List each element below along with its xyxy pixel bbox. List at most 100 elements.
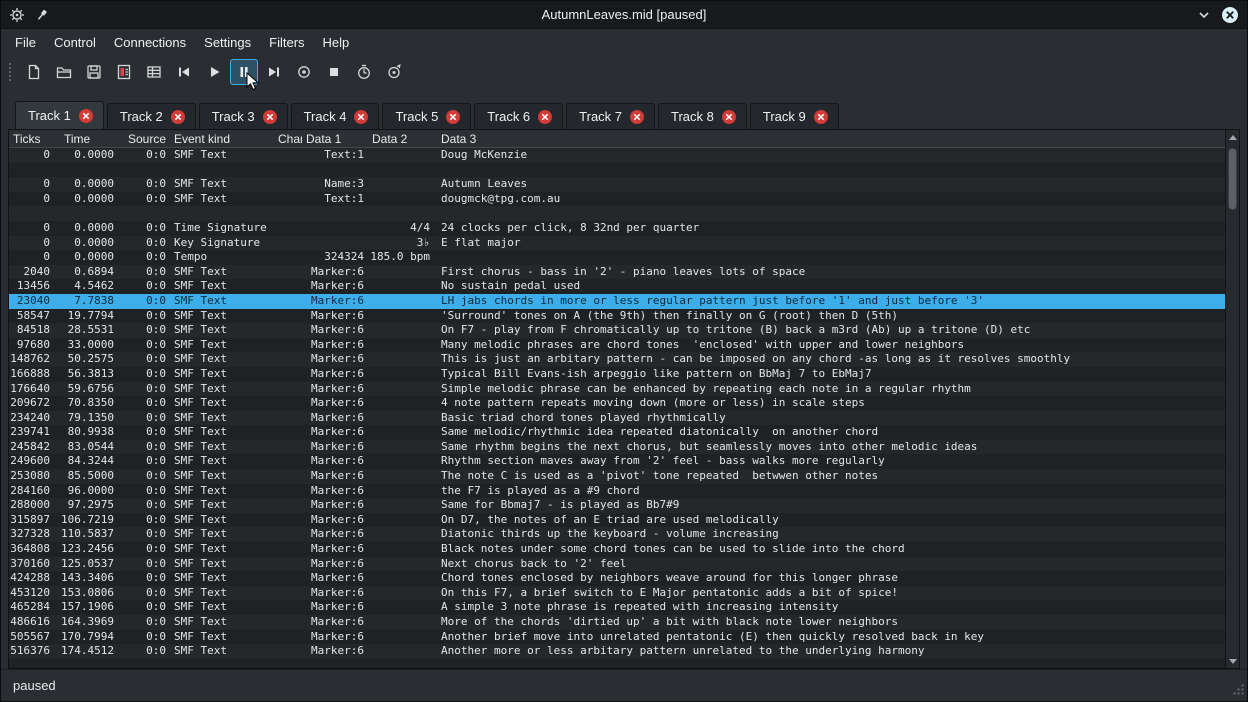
tab-close-icon[interactable] bbox=[354, 110, 368, 124]
cell-kind: SMF Text bbox=[168, 498, 276, 513]
record-file-button[interactable] bbox=[110, 59, 138, 85]
table-row[interactable]: 24960084.32440:0SMF TextMarker:6Rhythm s… bbox=[9, 454, 1225, 469]
table-row[interactable]: 315897106.72190:0SMF TextMarker:6On D7, … bbox=[9, 513, 1225, 528]
cell-time: 0.0000 bbox=[52, 221, 116, 236]
tab-close-icon[interactable] bbox=[814, 110, 828, 124]
menu-file[interactable]: File bbox=[6, 32, 45, 53]
tab-track-4[interactable]: Track 4 bbox=[291, 103, 380, 129]
table-row[interactable]: 23424079.13500:0SMF TextMarker:6Basic tr… bbox=[9, 411, 1225, 426]
table-row[interactable]: 24584283.05440:0SMF TextMarker:6Same rhy… bbox=[9, 440, 1225, 455]
table-row[interactable]: 14876250.25750:0SMF TextMarker:6This is … bbox=[9, 352, 1225, 367]
table-row[interactable]: 370160125.05370:0SMF TextMarker:6Next ch… bbox=[9, 557, 1225, 572]
tab-close-icon[interactable] bbox=[263, 110, 277, 124]
cell-d1: Marker:6 bbox=[302, 382, 366, 397]
column-header-data-3[interactable]: Data 3 bbox=[434, 132, 1225, 146]
title-bar[interactable]: AutumnLeaves.mid [paused] bbox=[1, 1, 1247, 29]
column-header-chan[interactable]: Chan bbox=[276, 132, 302, 146]
table-row[interactable]: 00.00000:0SMF TextName:3Autumn Leaves bbox=[9, 177, 1225, 192]
timer-button[interactable] bbox=[350, 59, 378, 85]
tab-track-3[interactable]: Track 3 bbox=[199, 103, 288, 129]
table-row[interactable]: 20400.68940:0SMF TextMarker:6First choru… bbox=[9, 265, 1225, 280]
event-list-button[interactable] bbox=[140, 59, 168, 85]
tab-close-icon[interactable] bbox=[446, 110, 460, 124]
shade-button[interactable] bbox=[1197, 8, 1211, 22]
tab-close-icon[interactable] bbox=[722, 110, 736, 124]
resize-grip-icon[interactable] bbox=[1232, 683, 1245, 699]
column-header-event-kind[interactable]: Event kind bbox=[168, 132, 276, 146]
tab-track-7[interactable]: Track 7 bbox=[566, 103, 655, 129]
tab-track-9[interactable]: Track 9 bbox=[750, 103, 839, 129]
column-header-ticks[interactable]: Ticks bbox=[9, 132, 52, 146]
table-row[interactable]: 453120153.08060:0SMF TextMarker:6On this… bbox=[9, 586, 1225, 601]
table-row[interactable]: 134564.54620:0SMF TextMarker:6No sustain… bbox=[9, 279, 1225, 294]
record-button[interactable] bbox=[290, 59, 318, 85]
scroll-up-button[interactable] bbox=[1226, 130, 1239, 144]
tab-close-icon[interactable] bbox=[79, 109, 93, 123]
cell-source: 0:0 bbox=[116, 177, 168, 192]
vertical-scrollbar[interactable] bbox=[1225, 130, 1239, 668]
open-file-button[interactable] bbox=[50, 59, 78, 85]
menu-control[interactable]: Control bbox=[45, 32, 105, 53]
cell-time: 84.3244 bbox=[52, 454, 116, 469]
table-row[interactable]: 17664059.67560:0SMF TextMarker:6Simple m… bbox=[9, 382, 1225, 397]
table-row[interactable]: 00.00000:0SMF TextText:1dougmck@tpg.com.… bbox=[9, 192, 1225, 207]
table-row[interactable]: 00.00000:0Tempo324324185.0 bpm bbox=[9, 250, 1225, 265]
tab-track-1[interactable]: Track 1 bbox=[15, 101, 104, 129]
tab-track-2[interactable]: Track 2 bbox=[107, 103, 196, 129]
table-row[interactable]: 00.00000:0Key Signature3♭E flat major bbox=[9, 236, 1225, 251]
cell-source: 0:0 bbox=[116, 265, 168, 280]
table-row[interactable]: 8451828.55310:0SMF TextMarker:6On F7 - p… bbox=[9, 323, 1225, 338]
scroll-down-button[interactable] bbox=[1226, 654, 1239, 668]
column-header-time[interactable]: Time bbox=[52, 132, 116, 146]
tab-track-5[interactable]: Track 5 bbox=[382, 103, 471, 129]
skip-forward-button[interactable] bbox=[260, 59, 288, 85]
toolbar-drag-handle[interactable] bbox=[9, 63, 12, 81]
cell-d3: Many melodic phrases are chord tones 'en… bbox=[434, 338, 1225, 353]
column-header-data-2[interactable]: Data 2 bbox=[366, 132, 434, 146]
table-row[interactable]: 23974180.99380:0SMF TextMarker:6Same mel… bbox=[9, 425, 1225, 440]
cell-d1: Marker:6 bbox=[302, 513, 366, 528]
column-header-data-1[interactable]: Data 1 bbox=[302, 132, 366, 146]
cell-d2 bbox=[366, 527, 434, 542]
table-row[interactable]: 5854719.77940:0SMF TextMarker:6'Surround… bbox=[9, 309, 1225, 324]
table-row[interactable]: 28416096.00000:0SMF TextMarker:6the F7 i… bbox=[9, 484, 1225, 499]
table-row[interactable]: 00.00000:0SMF TextText:1Doug McKenzie bbox=[9, 148, 1225, 163]
table-row[interactable]: 25308085.50000:0SMF TextMarker:6The note… bbox=[9, 469, 1225, 484]
pause-button[interactable] bbox=[230, 59, 258, 85]
table-row[interactable]: 230407.78380:0SMF TextMarker:6LH jabs ch… bbox=[9, 294, 1225, 309]
tab-track-6[interactable]: Track 6 bbox=[474, 103, 563, 129]
table-row[interactable]: 9768033.00000:0SMF TextMarker:6Many melo… bbox=[9, 338, 1225, 353]
menu-filters[interactable]: Filters bbox=[260, 32, 313, 53]
table-row[interactable]: 486616164.39690:0SMF TextMarker:6More of… bbox=[9, 615, 1225, 630]
tab-close-icon[interactable] bbox=[630, 110, 644, 124]
tab-close-icon[interactable] bbox=[538, 110, 552, 124]
cell-kind: SMF Text bbox=[168, 367, 276, 382]
scrollbar-thumb[interactable] bbox=[1228, 148, 1237, 210]
metronome-button[interactable] bbox=[380, 59, 408, 85]
tab-track-8[interactable]: Track 8 bbox=[658, 103, 747, 129]
menu-help[interactable]: Help bbox=[314, 32, 359, 53]
play-button[interactable] bbox=[200, 59, 228, 85]
close-button[interactable] bbox=[1221, 6, 1239, 24]
table-row-blank[interactable] bbox=[9, 206, 1225, 221]
new-file-button[interactable] bbox=[20, 59, 48, 85]
table-row[interactable]: 516376174.45120:0SMF TextMarker:6Another… bbox=[9, 644, 1225, 659]
column-header-source[interactable]: Source bbox=[116, 132, 168, 146]
table-row[interactable]: 424288143.34060:0SMF TextMarker:6Chord t… bbox=[9, 571, 1225, 586]
table-row[interactable]: 20967270.83500:0SMF TextMarker:64 note p… bbox=[9, 396, 1225, 411]
table-row[interactable]: 28800097.29750:0SMF TextMarker:6Same for… bbox=[9, 498, 1225, 513]
menu-settings[interactable]: Settings bbox=[195, 32, 260, 53]
table-row-blank[interactable] bbox=[9, 163, 1225, 178]
table-row[interactable]: 364808123.24560:0SMF TextMarker:6Black n… bbox=[9, 542, 1225, 557]
tab-close-icon[interactable] bbox=[171, 110, 185, 124]
table-row[interactable]: 00.00000:0Time Signature4/424 clocks per… bbox=[9, 221, 1225, 236]
stop-button[interactable] bbox=[320, 59, 348, 85]
save-file-button[interactable] bbox=[80, 59, 108, 85]
menu-connections[interactable]: Connections bbox=[105, 32, 195, 53]
table-row[interactable]: 465284157.19060:0SMF TextMarker:6A simpl… bbox=[9, 600, 1225, 615]
table-row[interactable]: 505567170.79940:0SMF TextMarker:6Another… bbox=[9, 630, 1225, 645]
scrollbar-track[interactable] bbox=[1226, 144, 1239, 654]
table-row[interactable]: 327328110.58370:0SMF TextMarker:6Diatoni… bbox=[9, 527, 1225, 542]
skip-backward-button[interactable] bbox=[170, 59, 198, 85]
table-row[interactable]: 16688856.38130:0SMF TextMarker:6Typical … bbox=[9, 367, 1225, 382]
